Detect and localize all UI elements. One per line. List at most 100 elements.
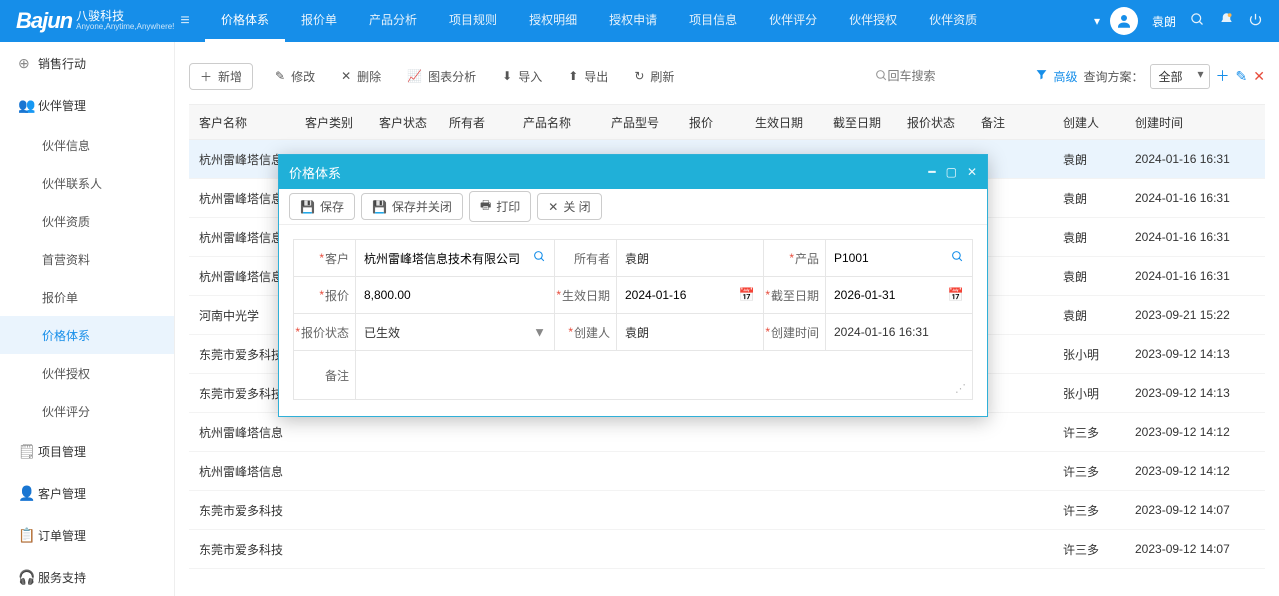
calendar-icon[interactable]: 📅 (948, 287, 964, 303)
input-product[interactable] (834, 251, 964, 265)
top-header: Bajun 八骏科技 Anyone,Anytime,Anywhere! ≡ 价格… (0, 0, 1279, 42)
column-header[interactable]: 报价 (683, 114, 749, 131)
search-icon[interactable] (951, 250, 964, 266)
modal-close-button[interactable]: ✕关 闭 (537, 193, 601, 220)
modal-header[interactable]: 价格体系 ━ ▢ ✕ (279, 155, 987, 189)
maximize-icon[interactable]: ▢ (946, 165, 957, 179)
select-status[interactable]: 已生效 (364, 324, 546, 341)
export-button[interactable]: ⬆导出 (564, 66, 612, 87)
column-header[interactable]: 生效日期 (749, 114, 827, 131)
sidebar-item[interactable]: 伙伴评分 (0, 392, 174, 430)
add-button[interactable]: ＋新增 (189, 63, 253, 90)
logo-text: Bajun (16, 8, 72, 34)
modal-print-button[interactable]: 🖶打印 (469, 191, 531, 222)
search-box[interactable] (875, 69, 1025, 84)
label-creator: 创建人 (555, 314, 617, 350)
nav-item[interactable]: 伙伴授权 (833, 0, 913, 42)
value-creator: 袁朗 (625, 324, 755, 341)
table-cell: 2024-01-16 16:31 (1129, 269, 1239, 283)
sidebar-section[interactable]: 👤客户管理 (0, 472, 174, 514)
column-header[interactable]: 创建人 (1057, 114, 1129, 131)
column-header[interactable]: 所有者 (443, 114, 517, 131)
logo[interactable]: Bajun 八骏科技 Anyone,Anytime,Anywhere! (0, 8, 175, 34)
column-header[interactable]: 截至日期 (827, 114, 901, 131)
scheme-add-icon[interactable]: ＋ (1216, 66, 1230, 86)
nav-item[interactable]: 报价单 (285, 0, 353, 42)
column-header[interactable]: 报价状态 (901, 114, 975, 131)
table-row[interactable]: 东莞市爱多科技许三多2023-09-12 14:07 (189, 530, 1265, 569)
delete-button[interactable]: ✕删除 (337, 66, 385, 87)
search-input[interactable] (888, 69, 998, 83)
sidebar-item[interactable]: 伙伴资质 (0, 202, 174, 240)
modal-save-close-button[interactable]: 💾保存并关闭 (361, 193, 463, 220)
column-header[interactable]: 客户状态 (373, 114, 443, 131)
input-effective[interactable] (625, 288, 755, 302)
export-icon: ⬆ (568, 69, 578, 83)
column-header[interactable]: 客户类别 (299, 114, 373, 131)
sidebar: ⊕销售行动👥伙伴管理伙伴信息伙伴联系人伙伴资质首营资料报价单价格体系伙伴授权伙伴… (0, 42, 175, 596)
nav-item[interactable]: 伙伴评分 (753, 0, 833, 42)
sidebar-item[interactable]: 伙伴授权 (0, 354, 174, 392)
sidebar-item[interactable]: 伙伴信息 (0, 126, 174, 164)
nav-item[interactable]: 授权明细 (513, 0, 593, 42)
scheme-select[interactable]: 全部 (1150, 64, 1210, 89)
chevron-down-icon[interactable]: ▼ (533, 325, 546, 340)
power-icon[interactable] (1248, 12, 1263, 31)
input-customer[interactable] (364, 251, 546, 265)
value-created: 2024-01-16 16:31 (834, 325, 964, 339)
plus-icon: ＋ (200, 68, 212, 85)
modal-save-button[interactable]: 💾保存 (289, 193, 355, 220)
sidebar-item[interactable]: 价格体系 (0, 316, 174, 354)
avatar[interactable] (1110, 7, 1138, 35)
column-header[interactable]: 备注 (975, 114, 1057, 131)
column-header[interactable]: 创建时间 (1129, 114, 1239, 131)
search-icon[interactable] (1190, 12, 1205, 31)
nav-item[interactable]: 伙伴资质 (913, 0, 993, 42)
table-row[interactable]: 杭州雷峰塔信息许三多2023-09-12 14:12 (189, 452, 1265, 491)
nav-more-button[interactable]: ▾ (1084, 14, 1110, 28)
scheme-delete-icon[interactable]: ✕ (1253, 68, 1265, 85)
advanced-link[interactable]: 高级 (1054, 68, 1078, 85)
sidebar-section[interactable]: ⊕销售行动 (0, 42, 174, 84)
bell-icon[interactable] (1219, 12, 1234, 31)
column-header[interactable]: 产品名称 (517, 114, 605, 131)
sidebar-section[interactable]: 👥伙伴管理 (0, 84, 174, 126)
edit-button[interactable]: ✎修改 (271, 66, 319, 87)
hamburger-icon[interactable]: ≡ (175, 12, 195, 30)
import-button[interactable]: ⬇导入 (498, 66, 546, 87)
input-price[interactable] (364, 288, 546, 302)
save-icon: 💾 (372, 200, 387, 214)
search-icon[interactable] (533, 250, 546, 266)
sidebar-item[interactable]: 报价单 (0, 278, 174, 316)
table-row[interactable]: 东莞市爱多科技许三多2023-09-12 14:07 (189, 491, 1265, 530)
column-header[interactable]: 产品型号 (605, 114, 683, 131)
section-label: 销售行动 (38, 55, 86, 72)
close-icon[interactable]: ✕ (967, 165, 977, 179)
section-label: 客户管理 (38, 485, 86, 502)
sidebar-section[interactable]: 🎧服务支持 (0, 556, 174, 596)
minimize-icon[interactable]: ━ (928, 165, 935, 179)
sidebar-item[interactable]: 伙伴联系人 (0, 164, 174, 202)
nav-item[interactable]: 项目信息 (673, 0, 753, 42)
label-owner: 所有者 (555, 240, 617, 276)
modal-form: 客户 所有者 袁朗 产品 报价 生效日期 📅 截至日期 📅 报价状态 已生效▼ … (293, 239, 973, 400)
chart-button[interactable]: 📈图表分析 (403, 66, 480, 87)
sidebar-section[interactable]: 📋订单管理 (0, 514, 174, 556)
filter-icon[interactable] (1035, 68, 1048, 84)
nav-item[interactable]: 产品分析 (353, 0, 433, 42)
calendar-icon[interactable]: 📅 (739, 287, 755, 303)
table-cell: 许三多 (1057, 463, 1129, 480)
scheme-edit-icon[interactable]: ✎ (1236, 68, 1248, 85)
nav-item[interactable]: 价格体系 (205, 0, 285, 42)
sidebar-item[interactable]: 首营资料 (0, 240, 174, 278)
sidebar-section[interactable]: 🗒项目管理 (0, 430, 174, 472)
table-cell: 杭州雷峰塔信息 (189, 463, 299, 480)
column-header[interactable]: 客户名称 (189, 114, 299, 131)
nav-item[interactable]: 项目规则 (433, 0, 513, 42)
input-until[interactable] (834, 288, 964, 302)
nav-item[interactable]: 授权申请 (593, 0, 673, 42)
user-name[interactable]: 袁朗 (1152, 13, 1176, 30)
refresh-button[interactable]: ↻刷新 (630, 66, 678, 87)
resize-grip-icon[interactable]: ⋰ (955, 382, 966, 395)
table-row[interactable]: 杭州雷峰塔信息许三多2023-09-12 14:12 (189, 413, 1265, 452)
